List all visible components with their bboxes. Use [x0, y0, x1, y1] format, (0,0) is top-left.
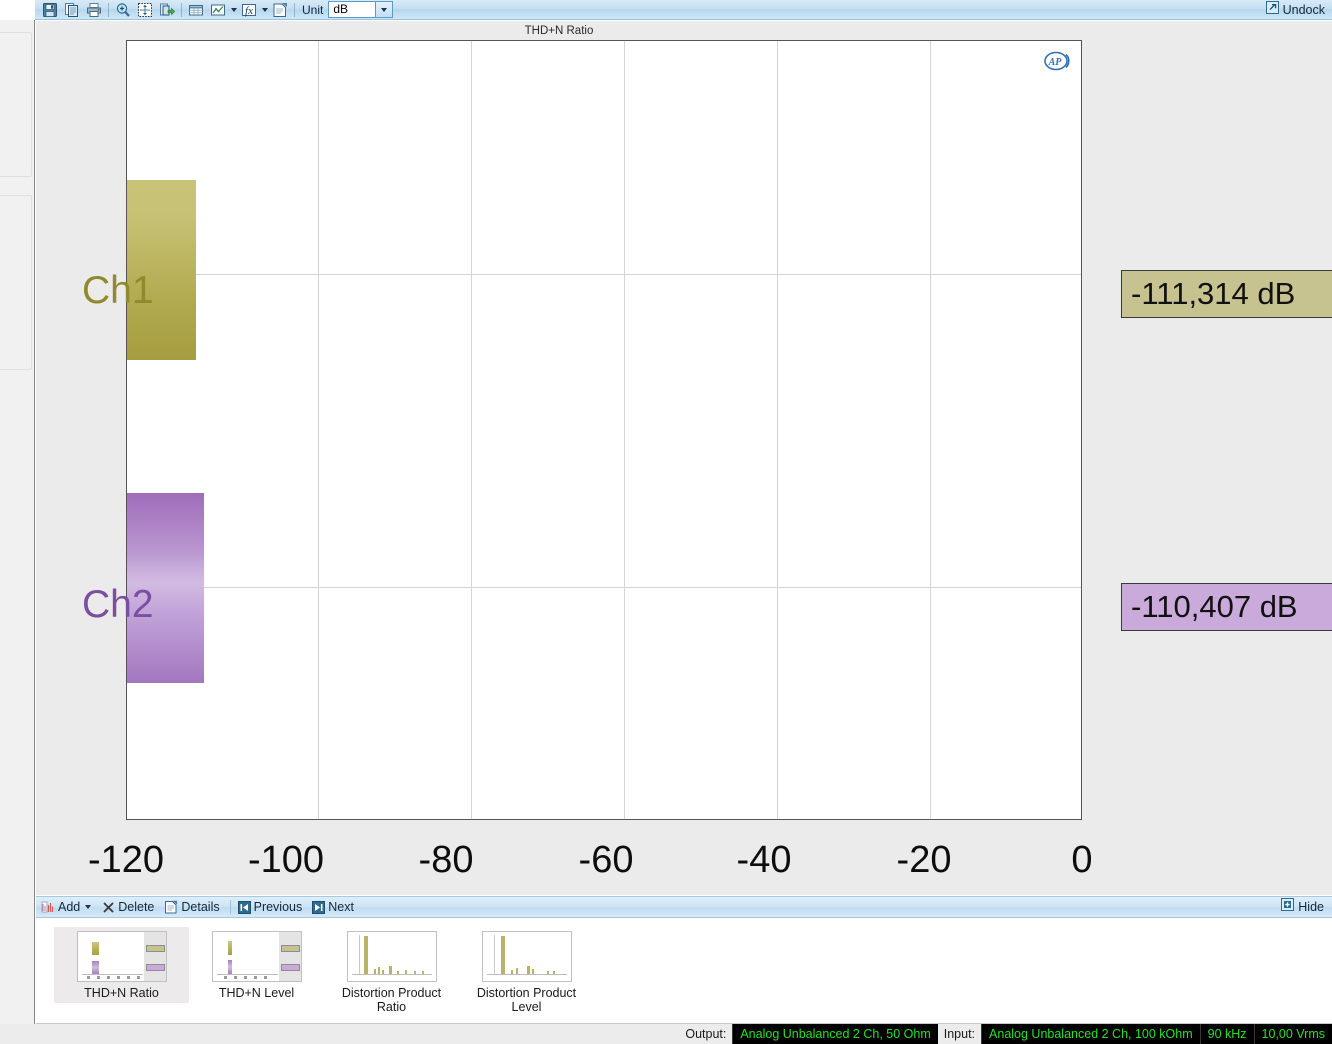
x-tick-label: 0	[1071, 839, 1092, 882]
left-panel-stub-1	[0, 32, 32, 177]
save-icon[interactable]	[39, 1, 61, 19]
fit-to-data-icon[interactable]	[134, 1, 156, 19]
thumbnail-distortion-product-level[interactable]: Distortion Product Level	[459, 927, 594, 1018]
channel-label-ch1: Ch1	[82, 271, 154, 310]
svg-text:fx: fx	[245, 5, 253, 17]
thumbnail-caption: THD+N Level	[219, 986, 294, 1000]
databar-separator	[230, 900, 231, 914]
audio-analyzer-window: fx Unit dB	[0, 0, 1332, 1044]
channel-label-ch2: Ch2	[82, 585, 154, 624]
add-label: Add	[58, 900, 80, 914]
graph-icon[interactable]	[207, 1, 229, 19]
next-icon	[312, 901, 325, 914]
export-data-icon[interactable]	[156, 1, 178, 19]
x-tick-label: -60	[579, 839, 634, 882]
add-button[interactable]: Add	[41, 898, 92, 916]
previous-label: Previous	[254, 900, 303, 914]
thumbnail-thd-n-level[interactable]: THD+N Level	[189, 927, 324, 1003]
unit-select[interactable]: dB	[328, 1, 376, 18]
x-tick-label: -120	[88, 839, 164, 882]
undock-icon[interactable]	[1266, 1, 1279, 19]
bandwidth-value[interactable]: 90 kHz	[1200, 1024, 1254, 1044]
next-label: Next	[328, 900, 354, 914]
details-button[interactable]: Details	[164, 900, 219, 914]
delete-button[interactable]: Delete	[102, 900, 154, 914]
toolbar-separator	[181, 3, 182, 17]
function-dropdown-caret-icon[interactable]	[260, 1, 269, 19]
gridline-vertical	[318, 41, 319, 819]
plot-area[interactable]: AP	[126, 40, 1082, 820]
thumbnail-preview	[482, 931, 572, 982]
left-dock-rail	[0, 20, 35, 1044]
databar-right-group: Hide	[1281, 898, 1327, 916]
table-icon[interactable]	[185, 1, 207, 19]
thumbnail-preview	[77, 931, 167, 982]
chart-panel: THD+N Ratio AP Ch1 Ch2 -111,314 dB	[36, 21, 1332, 895]
print-icon[interactable]	[83, 1, 105, 19]
function-icon[interactable]: fx	[238, 1, 260, 19]
undock-label[interactable]: Undock	[1283, 3, 1325, 17]
thumbnail-distortion-product-ratio[interactable]: Distortion Product Ratio	[324, 927, 459, 1018]
close-icon	[102, 901, 115, 914]
thumbnail-caption: Distortion Product Level	[461, 986, 592, 1015]
thumbnail-caption: Distortion Product Ratio	[326, 986, 457, 1015]
graph-dropdown-caret-icon[interactable]	[229, 1, 238, 19]
previous-button[interactable]: Previous	[238, 900, 303, 914]
x-tick-label: -100	[248, 839, 324, 882]
gridline-vertical	[471, 41, 472, 819]
properties-icon[interactable]	[269, 1, 291, 19]
input-label: Input:	[938, 1027, 981, 1041]
details-label: Details	[181, 900, 219, 914]
left-panel-stub-2	[0, 195, 32, 370]
thumbnail-preview	[347, 931, 437, 982]
gridline-horizontal	[127, 274, 1081, 275]
next-button[interactable]: Next	[312, 900, 354, 914]
copy-icon[interactable]	[61, 1, 83, 19]
gridline-horizontal	[127, 587, 1081, 588]
level-value[interactable]: 10,00 Vrms	[1254, 1024, 1332, 1044]
zoom-icon[interactable]	[112, 1, 134, 19]
data-navigation-bar: Add Delete Details	[36, 896, 1332, 918]
readout-ch1: -111,314 dB	[1121, 270, 1332, 318]
svg-text:AP: AP	[1048, 57, 1063, 68]
details-icon	[164, 900, 178, 914]
gridline-vertical	[624, 41, 625, 819]
x-tick-label: -80	[419, 839, 474, 882]
hide-icon[interactable]	[1281, 898, 1294, 916]
x-tick-label: -20	[897, 839, 952, 882]
add-dropdown-caret-icon[interactable]	[83, 898, 92, 916]
thumbnail-thd-n-ratio[interactable]: THD+N Ratio	[54, 927, 189, 1003]
toolbar-separator	[294, 3, 295, 17]
chart-toolbar: fx Unit dB	[35, 0, 1332, 20]
gridline-vertical	[930, 41, 931, 819]
x-tick-label: -40	[737, 839, 792, 882]
measurement-thumbnail-strip: THD+N Ratio THD+N Level	[36, 919, 1332, 1024]
unit-dropdown-caret-icon[interactable]	[376, 1, 393, 18]
toolbar-separator	[108, 3, 109, 17]
previous-icon	[238, 901, 251, 914]
toolbar-right-group: Undock	[1266, 1, 1328, 19]
output-label: Output:	[679, 1027, 732, 1041]
readout-ch2: -110,407 dB	[1121, 583, 1332, 631]
status-bar: Output: Analog Unbalanced 2 Ch, 50 Ohm I…	[0, 1024, 1332, 1044]
ap-watermark-icon: AP	[1042, 50, 1072, 72]
thumbnail-caption: THD+N Ratio	[84, 986, 159, 1000]
gridline-vertical	[777, 41, 778, 819]
output-value[interactable]: Analog Unbalanced 2 Ch, 50 Ohm	[732, 1024, 937, 1044]
thumbnail-preview	[212, 931, 302, 982]
add-icon	[41, 900, 55, 914]
unit-label: Unit	[302, 3, 323, 17]
delete-label: Delete	[118, 900, 154, 914]
input-value[interactable]: Analog Unbalanced 2 Ch, 100 kOhm	[981, 1024, 1200, 1044]
hide-label[interactable]: Hide	[1298, 900, 1324, 914]
chart-title: THD+N Ratio	[36, 25, 1082, 37]
